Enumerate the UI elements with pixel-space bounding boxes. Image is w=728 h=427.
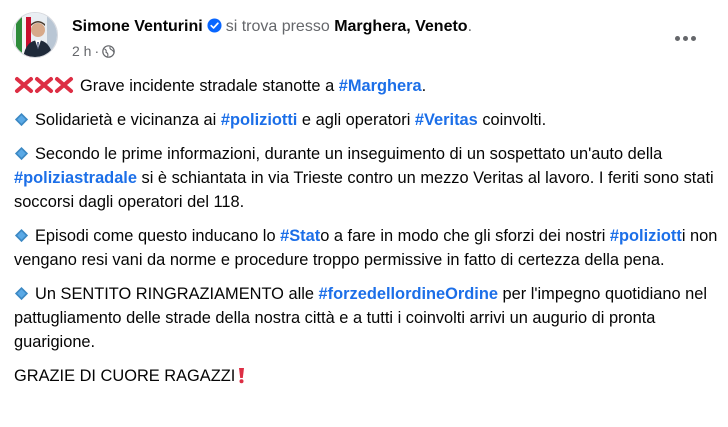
blue-diamond-icon [14,226,29,243]
red-exclamation-icon [237,366,246,384]
location-suffix: . [467,18,473,35]
meta-separator: · [94,43,100,59]
red-cross-mark-icon [14,76,34,94]
location-prefix: si trova presso [225,18,330,35]
verified-badge-icon [207,18,222,33]
hashtag-link[interactable]: #poliziotti [221,111,297,129]
paragraph-6: GRAZIE DI CUORE RAGAZZI [14,364,718,388]
globe-icon[interactable] [102,44,115,58]
blue-diamond-icon [14,284,29,301]
paragraph-2: Solidarietà e vicinanza ai #poliziotti e… [14,108,718,132]
location-link[interactable]: Marghera, Veneto [334,18,467,35]
hashtag-link[interactable]: #Veritas [415,111,478,129]
hashtag-link[interactable]: #Stat [280,227,320,245]
paragraph-5: Un SENTITO RINGRAZIAMENTO alle #forzedel… [14,282,718,354]
text: GRAZIE DI CUORE RAGAZZI [14,367,236,385]
post-header: Simone Venturini si trova presso Marghera… [12,12,712,62]
paragraph-4: Episodi come questo inducano lo #Stato a… [14,224,718,272]
text: Un SENTITO RINGRAZIAMENTO alle [35,285,319,303]
hashtag-link[interactable]: #Marghera [339,77,422,95]
avatar[interactable] [12,12,58,58]
blue-diamond-icon [14,110,29,127]
hashtag-link[interactable]: #forzedellordineOrdine [319,285,498,303]
post-meta: 2 h · [72,42,115,60]
facebook-post: Simone Venturini si trova presso Marghera… [0,0,728,427]
timestamp[interactable]: 2 h [72,43,91,59]
post-header-line: Simone Venturini si trova presso Marghera… [72,17,472,37]
paragraph-3: Secondo le prime informazioni, durante u… [14,142,718,214]
text: e agli operatori [297,111,415,129]
text: Grave incidente stradale stanotte a [80,77,339,95]
author-name[interactable]: Simone Venturini [72,18,203,35]
red-cross-mark-icon [34,76,54,94]
red-cross-mark-icon [54,76,74,94]
text: Secondo le prime informazioni, durante u… [35,145,663,163]
text: o a fare in modo che gli sforzi dei nost… [320,227,610,245]
hashtag-link[interactable]: #poliziastradale [14,169,137,187]
text: Solidarietà e vicinanza ai [35,111,221,129]
text: coinvolti. [477,111,547,129]
hashtag-link[interactable]: #poliziott [610,227,682,245]
text: . [421,77,427,95]
paragraph-1: Grave incidente stradale stanotte a #Mar… [14,74,718,98]
post-text: Grave incidente stradale stanotte a #Mar… [14,74,718,398]
text: Episodi come questo inducano lo [35,227,281,245]
more-options-icon[interactable] [668,26,702,50]
blue-diamond-icon [14,144,29,161]
